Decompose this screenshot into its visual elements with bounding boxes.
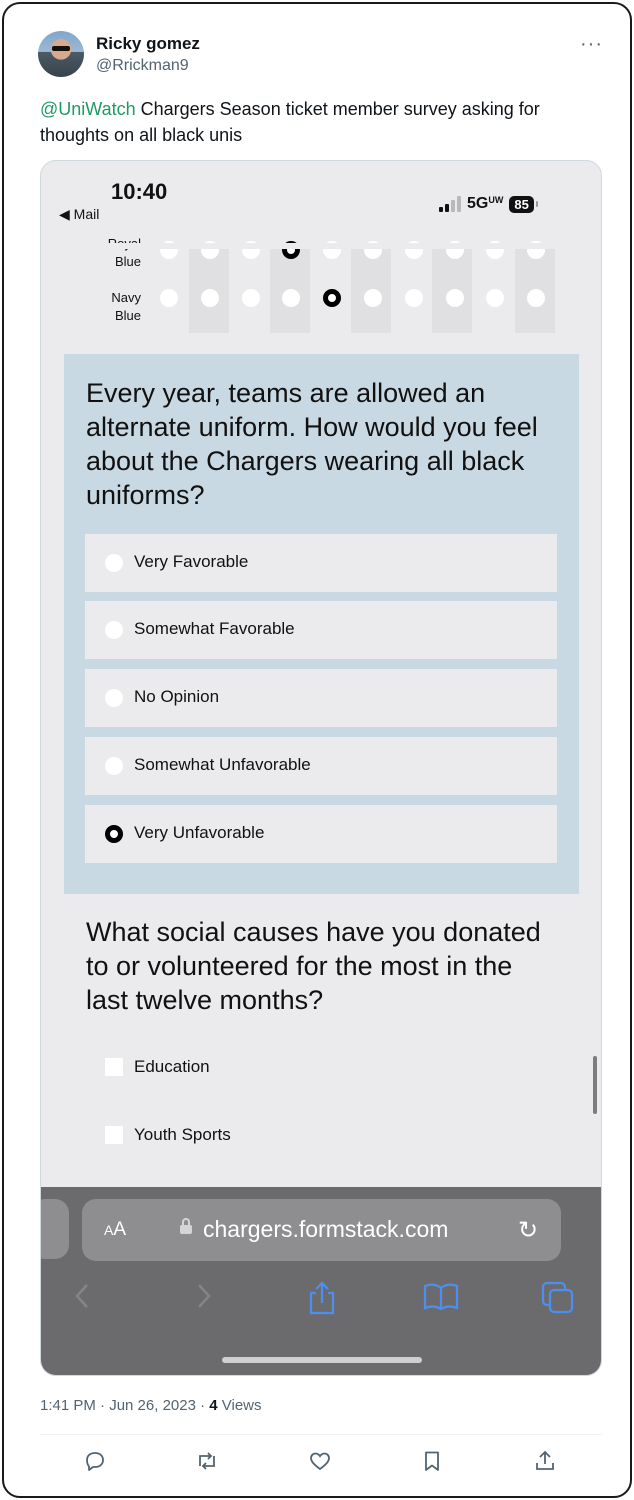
rating-matrix: RoyalBlue NavyBlue	[41, 236, 601, 333]
divider	[40, 1434, 602, 1435]
matrix-row-label: RoyalBlue	[108, 236, 141, 269]
question-title: What social causes have you donated to o…	[86, 917, 541, 1015]
share-icon[interactable]	[307, 1281, 337, 1322]
address-bar[interactable]: AA chargers.formstack.com ↻	[82, 1199, 561, 1261]
radio-button[interactable]	[105, 689, 123, 707]
mention-link[interactable]: @UniWatch	[40, 99, 136, 119]
checkbox-label: Education	[134, 1057, 210, 1076]
scrollbar[interactable]	[593, 1056, 597, 1114]
matrix-row-label: Navy Blue	[111, 290, 141, 323]
lock-icon	[180, 1218, 192, 1235]
author-handle[interactable]: @Rrickman9	[96, 57, 189, 75]
option-very-favorable[interactable]: Very Favorable	[85, 534, 557, 592]
checkbox-youth-sports[interactable]	[105, 1126, 123, 1144]
views-count: 4	[209, 1397, 218, 1414]
safari-toolbar: AA chargers.formstack.com ↻	[41, 1187, 601, 1375]
matrix-radio-selected[interactable]	[323, 289, 342, 307]
checkbox-label: Youth Sports	[134, 1125, 231, 1144]
tabs-icon[interactable]	[541, 1281, 575, 1322]
forward-icon[interactable]	[193, 1281, 213, 1318]
bookmarks-icon[interactable]	[423, 1281, 459, 1318]
like-icon[interactable]	[305, 1446, 335, 1476]
matrix-radio[interactable]	[404, 289, 423, 307]
radio-button[interactable]	[105, 554, 123, 572]
author-name[interactable]: Ricky gomez	[96, 34, 200, 54]
option-somewhat-favorable[interactable]: Somewhat Favorable	[85, 601, 557, 659]
option-somewhat-unfavorable[interactable]: Somewhat Unfavorable	[85, 737, 557, 795]
previous-tab[interactable]	[41, 1199, 69, 1259]
battery-icon: 85	[509, 195, 534, 213]
option-very-unfavorable[interactable]: Very Unfavorable	[85, 805, 557, 863]
matrix-radio[interactable]	[364, 289, 382, 307]
retweet-icon[interactable]	[192, 1446, 222, 1476]
timestamp[interactable]: 1:41 PM · Jun 26, 2023 ·	[40, 1397, 209, 1414]
network-label: 5GUW	[467, 195, 504, 212]
matrix-radio[interactable]	[160, 289, 178, 307]
back-icon[interactable]	[73, 1281, 93, 1318]
matrix-radio[interactable]	[486, 289, 505, 307]
radio-button[interactable]	[105, 757, 123, 775]
reply-icon[interactable]	[80, 1446, 110, 1476]
share-icon[interactable]	[530, 1446, 560, 1476]
reader-settings-button[interactable]: AA	[104, 1219, 126, 1241]
home-indicator	[222, 1357, 422, 1363]
tweet-meta: 1:41 PM · Jun 26, 2023 · 4 Views	[40, 1397, 262, 1414]
tweet-text: @UniWatch Chargers Season ticket member …	[40, 96, 600, 148]
question-uniform: Every year, teams are allowed an alterna…	[64, 354, 579, 894]
back-to-mail: ◀ Mail	[59, 206, 100, 222]
avatar[interactable]	[38, 31, 84, 77]
tweet-actions	[40, 1446, 602, 1476]
matrix-radio[interactable]	[445, 289, 464, 307]
question-title: Every year, teams are allowed an alterna…	[86, 378, 538, 510]
matrix-radio[interactable]	[241, 289, 260, 307]
status-indicators: 5GUW 85	[439, 195, 538, 213]
bookmark-icon[interactable]	[417, 1446, 447, 1476]
reload-icon[interactable]: ↻	[518, 1216, 538, 1245]
radio-button-selected[interactable]	[105, 825, 123, 843]
views-label: Views	[217, 1397, 262, 1414]
option-no-opinion[interactable]: No Opinion	[85, 669, 557, 727]
radio-button[interactable]	[105, 621, 123, 639]
checkbox-education[interactable]	[105, 1058, 123, 1076]
matrix-radio[interactable]	[200, 289, 219, 307]
attached-image[interactable]: 10:40 ◀ Mail 5GUW 85 RoyalBlue NavyBlue …	[40, 160, 602, 1376]
status-time: 10:40	[111, 179, 168, 204]
url-text[interactable]: chargers.formstack.com	[203, 1216, 448, 1243]
more-options-icon[interactable]: ···	[580, 33, 603, 56]
signal-icon	[439, 196, 461, 212]
